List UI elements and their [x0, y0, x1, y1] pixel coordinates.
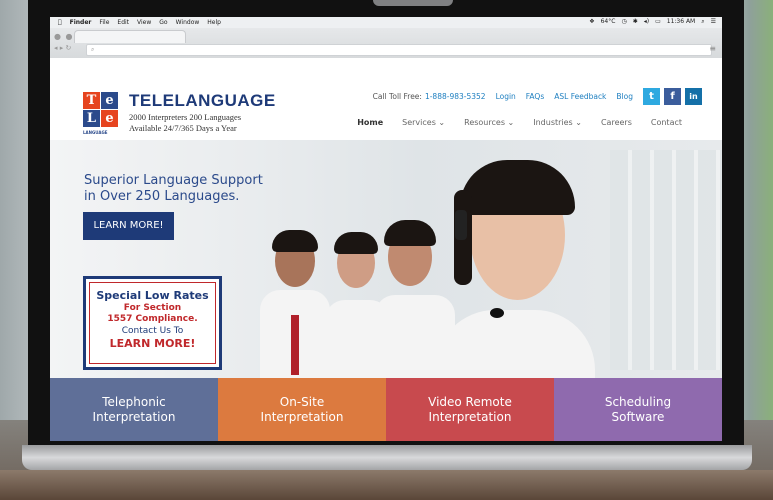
spotlight-search-icon[interactable]: ⌕ — [701, 18, 704, 26]
laptop-screen:  Finder File Edit View Go Window Help ❖… — [50, 17, 722, 441]
tile-line2: Interpretation — [428, 409, 512, 424]
menubar-item-window[interactable]: Window — [176, 19, 200, 26]
telelanguage-logo[interactable]: T e L e — [83, 92, 119, 128]
browser-chrome: ● ● ● ◂ ▸ ↻ ⌕ ≡ — [50, 28, 722, 59]
hero-title-line2: in Over 250 Languages. — [84, 189, 240, 204]
menubar-item-help[interactable]: Help — [207, 19, 221, 26]
top-utility-bar: Call Toll Free: 1-888-983-5352 Login FAQ… — [373, 88, 702, 105]
browser-tab[interactable] — [74, 30, 186, 43]
special-rates-line4: Contact Us To — [121, 326, 184, 336]
tile-line2: Interpretation — [260, 409, 344, 424]
browser-nav-icon[interactable]: ◂ ▸ ↻ — [54, 44, 71, 52]
facebook-icon[interactable]: f — [664, 88, 681, 105]
tile-line2: Software — [611, 409, 665, 424]
linkedin-icon[interactable]: in — [685, 88, 702, 105]
browser-menu-icon[interactable]: ≡ — [709, 44, 716, 53]
phone-number-link[interactable]: 1-888-983-5352 — [425, 92, 486, 101]
tile-line1: Scheduling — [604, 394, 672, 409]
address-bar[interactable]: ⌕ — [86, 44, 712, 56]
learn-more-button[interactable]: LEARN MORE! — [83, 212, 174, 240]
menubar-item-finder[interactable]: Finder — [70, 19, 92, 26]
mac-menubar:  Finder File Edit View Go Window Help ❖… — [50, 17, 722, 28]
volume-icon[interactable]: ◂) — [644, 18, 649, 26]
tile-telephonic-interpretation[interactable]: Telephonic Interpretation — [50, 378, 218, 441]
tile-line2: Interpretation — [92, 409, 176, 424]
special-rates-title: Special Low Rates — [96, 289, 209, 302]
tile-video-remote-interpretation[interactable]: Video Remote Interpretation — [386, 378, 554, 441]
notification-list-icon[interactable]: ☰ — [711, 18, 716, 26]
hero-banner: Superior Language Support in Over 250 La… — [50, 140, 722, 378]
dropbox-icon[interactable]: ❖ — [589, 18, 594, 26]
menubar-item-file[interactable]: File — [99, 19, 109, 26]
hero-title-line1: Superior Language Support — [84, 173, 263, 188]
special-rates-cta: LEARN MORE! — [109, 337, 196, 350]
site-header: T e L e LANGUAGE TELELANGUAGE 2000 Inter… — [50, 58, 722, 140]
clock-icon[interactable]: ◷ — [621, 18, 626, 26]
nav-contact[interactable]: Contact — [651, 118, 682, 127]
logo-tile: T — [83, 92, 100, 109]
login-link[interactable]: Login — [496, 92, 516, 101]
menubar-item-view[interactable]: View — [137, 19, 151, 26]
main-nav: Home Services ⌄ Resources ⌄ Industries ⌄… — [338, 118, 682, 127]
tile-onsite-interpretation[interactable]: On-Site Interpretation — [218, 378, 386, 441]
search-icon: ⌕ — [91, 46, 95, 53]
menubar-time[interactable]: 11:36 AM — [667, 18, 695, 26]
menubar-status: ❖ 64°C ◷ ✱ ◂) ▭ 11:36 AM ⌕ ☰ — [589, 18, 716, 26]
laptop-notch — [373, 0, 453, 6]
brand-name[interactable]: TELELANGUAGE — [129, 91, 276, 111]
special-rates-line2: For Section — [123, 303, 182, 313]
tile-line1: On-Site — [279, 394, 325, 409]
background-desk — [0, 470, 773, 500]
twitter-icon[interactable]: t — [643, 88, 660, 105]
tile-scheduling-software[interactable]: Scheduling Software — [554, 378, 722, 441]
battery-icon[interactable]: ▭ — [655, 18, 661, 26]
temperature-readout: 64°C — [600, 18, 616, 25]
faqs-link[interactable]: FAQs — [526, 92, 544, 101]
nav-careers[interactable]: Careers — [601, 118, 632, 127]
blog-link[interactable]: Blog — [616, 92, 633, 101]
nav-resources[interactable]: Resources ⌄ — [464, 118, 514, 127]
nav-services[interactable]: Services ⌄ — [402, 118, 445, 127]
hero-background-windows — [610, 150, 722, 370]
tagline-line1: 2000 Interpreters 200 Languages — [129, 112, 242, 122]
laptop-base — [22, 445, 752, 470]
bluetooth-icon[interactable]: ✱ — [633, 18, 638, 26]
tile-line1: Telephonic — [102, 394, 166, 409]
apple-icon[interactable]:  — [58, 19, 62, 26]
special-rates-banner[interactable]: Special Low Rates For Section 1557 Compl… — [83, 276, 222, 370]
tagline-line2: Available 24/7/365 Days a Year — [129, 123, 237, 133]
menubar-item-edit[interactable]: Edit — [117, 19, 129, 26]
service-tiles: Telephonic Interpretation On-Site Interpre… — [50, 378, 722, 441]
special-rates-border: Special Low Rates For Section 1557 Compl… — [89, 282, 216, 364]
asl-feedback-link[interactable]: ASL Feedback — [554, 92, 606, 101]
logo-tile: L — [83, 110, 100, 127]
logo-tile: e — [101, 92, 118, 109]
tile-line1: Video Remote — [428, 394, 512, 409]
nav-home[interactable]: Home — [357, 118, 383, 127]
call-label: Call Toll Free: — [372, 92, 422, 101]
nav-industries[interactable]: Industries ⌄ — [533, 118, 582, 127]
logo-subtext: LANGUAGE — [83, 130, 108, 135]
logo-tile: e — [101, 110, 118, 127]
special-rates-line3: 1557 Compliance. — [107, 314, 198, 324]
menubar-item-go[interactable]: Go — [159, 19, 167, 26]
